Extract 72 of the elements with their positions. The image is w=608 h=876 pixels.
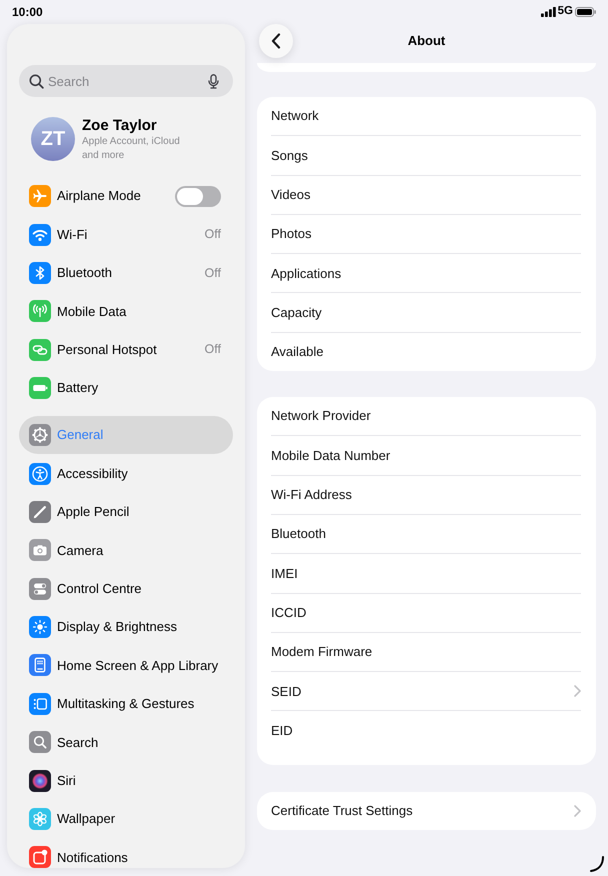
info-label: Mobile Data Number <box>271 446 390 465</box>
info-label: Network <box>271 107 319 126</box>
info-label: Available <box>271 343 324 362</box>
signal-icon <box>540 7 556 17</box>
microphone-icon[interactable] <box>208 74 219 89</box>
list-row[interactable]: Certificate Trust Settings <box>271 792 581 830</box>
account-subtitle: Apple Account, iCloud and more <box>82 135 181 163</box>
info-label: Capacity <box>271 304 322 322</box>
search-field[interactable]: Search <box>19 65 233 97</box>
list-row[interactable]: SEID <box>271 672 581 710</box>
status-value: Off <box>204 226 221 244</box>
status-time: 10:00 <box>12 4 43 21</box>
magnifier-icon <box>29 731 51 754</box>
sidebar-item[interactable]: Multitasking & Gestures <box>19 684 233 724</box>
battery-icon <box>29 377 51 400</box>
antenna-icon <box>29 300 51 322</box>
info-label: IMEI <box>271 564 298 583</box>
info-label: Network Provider <box>271 407 371 426</box>
phone-grid-icon <box>29 654 51 676</box>
flower-icon <box>29 808 51 830</box>
battery-icon <box>575 7 596 17</box>
toggles-icon <box>29 578 51 600</box>
notification-icon <box>29 846 51 868</box>
page-title: About <box>406 32 446 50</box>
info-label: Modem Firmware <box>271 643 372 662</box>
sidebar-item[interactable]: Bluetooth Off <box>19 254 233 292</box>
sidebar-item[interactable]: Control Centre <box>19 570 233 608</box>
chain-link-icon <box>29 338 51 361</box>
info-label: Applications <box>271 264 342 283</box>
sidebar-item[interactable]: Search <box>19 723 233 762</box>
gear-icon <box>29 424 51 446</box>
chevron-left-icon <box>271 33 281 49</box>
sidebar-item[interactable]: Wi-Fi Off <box>19 215 233 254</box>
sidebar-item[interactable]: Personal Hotspot Off <box>19 330 233 369</box>
bluetooth-icon <box>29 262 51 284</box>
account-name: Zoe Taylor <box>82 117 158 135</box>
network-type: 5G <box>558 4 573 20</box>
wifi-icon <box>29 224 51 246</box>
resize-handle-icon[interactable] <box>589 855 605 873</box>
status-value: Off <box>204 264 221 282</box>
avatar: ZT <box>31 117 75 161</box>
sidebar-item[interactable]: Home Screen & App Library <box>19 646 233 685</box>
sidebar-item[interactable]: Wallpaper <box>19 800 233 838</box>
camera-icon <box>29 539 51 562</box>
info-label: ICCID <box>271 604 306 622</box>
info-label: EID <box>271 722 293 740</box>
accessibility-icon <box>29 462 51 485</box>
sidebar-item[interactable]: Accessibility <box>19 454 233 493</box>
chevron-right-icon <box>574 804 581 817</box>
info-label: Wi-Fi Address <box>271 486 352 504</box>
dots-window-icon <box>29 692 51 715</box>
chevron-right-icon <box>574 685 581 698</box>
sidebar-item[interactable]: Siri <box>19 761 233 800</box>
info-label: Videos <box>271 186 311 204</box>
sidebar-item[interactable]: Battery <box>19 368 233 408</box>
orb-icon <box>29 770 51 792</box>
pencil-icon <box>29 500 51 523</box>
toggle-switch[interactable] <box>175 186 221 207</box>
info-label: Photos <box>271 225 312 244</box>
info-label: Songs <box>271 146 308 165</box>
sidebar-item[interactable]: Camera <box>19 531 233 570</box>
sun-icon <box>29 616 51 638</box>
search-icon <box>29 74 44 89</box>
sidebar-item[interactable]: Notifications <box>19 838 233 868</box>
sidebar-item[interactable]: Airplane Mode <box>19 177 233 216</box>
sidebar-item[interactable]: Apple Pencil <box>19 492 233 532</box>
info-label: Bluetooth <box>271 525 326 544</box>
back-button[interactable] <box>259 24 293 58</box>
sidebar-item[interactable]: Display & Brightness <box>19 608 233 646</box>
status-value: Off <box>204 341 221 358</box>
airplane-icon <box>29 185 51 208</box>
sidebar-item[interactable]: Mobile Data <box>19 292 233 331</box>
